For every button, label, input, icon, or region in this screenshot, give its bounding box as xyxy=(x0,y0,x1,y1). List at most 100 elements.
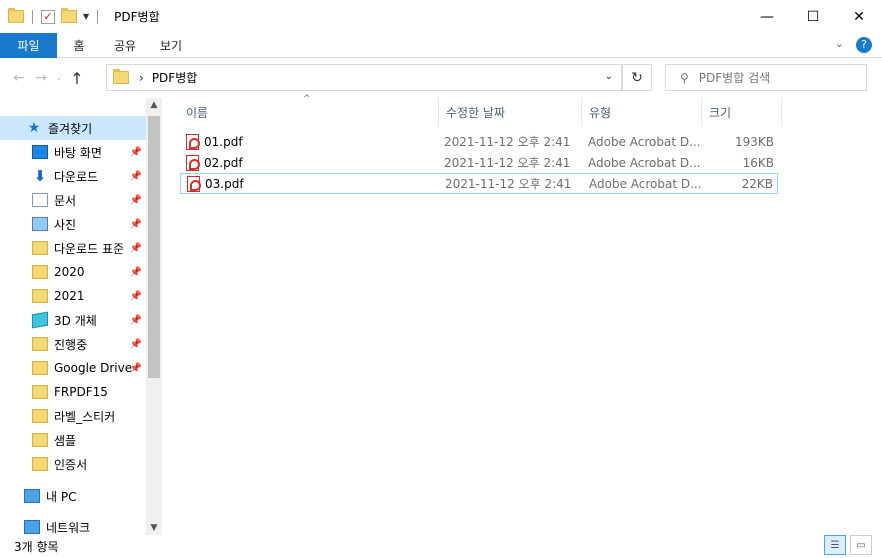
scroll-up-arrow-icon[interactable]: ▲ xyxy=(146,100,162,110)
file-type: Adobe Acrobat D... xyxy=(589,176,702,191)
forward-arrow-icon[interactable]: → xyxy=(30,70,52,86)
file-size: 22KB xyxy=(741,176,773,191)
sidebar-item-frpdf15[interactable]: FRPDF15 xyxy=(0,380,146,404)
address-history-chevron-icon[interactable]: ⌄ xyxy=(605,71,613,82)
column-header-size[interactable]: 크기 xyxy=(701,98,781,126)
divider xyxy=(97,9,99,24)
column-header-name[interactable]: 이름 xyxy=(178,98,438,126)
item-count: 3개 항목 xyxy=(14,540,59,554)
sidebar-item-downloads[interactable]: ⬇ 다운로드 📌 xyxy=(0,164,146,188)
close-button[interactable]: ✕ xyxy=(836,0,882,33)
scroll-down-arrow-icon[interactable]: ▼ xyxy=(146,523,162,533)
file-type: Adobe Acrobat D... xyxy=(588,155,701,170)
file-name: 03.pdf xyxy=(205,176,244,191)
sidebar-item-certificate[interactable]: 인증서 xyxy=(0,452,146,476)
file-name: 02.pdf xyxy=(204,155,243,170)
sidebar-item-label: 인증서 xyxy=(54,457,88,472)
breadcrumb-current[interactable]: PDF병합 xyxy=(152,69,197,86)
quick-access-toolbar: ✓ ▼ xyxy=(0,0,106,33)
details-view-button[interactable]: ☰ xyxy=(824,535,846,555)
pin-icon: 📌 xyxy=(129,218,142,230)
file-date: 2021-11-12 오후 2:41 xyxy=(445,177,572,191)
file-row[interactable]: 03.pdf 2021-11-12 오후 2:41 Adobe Acrobat … xyxy=(180,173,778,194)
sidebar-item-label: 즐겨찾기 xyxy=(48,121,93,136)
sidebar-item-network[interactable]: 네트워크 xyxy=(0,515,146,535)
up-arrow-icon[interactable]: ↑ xyxy=(66,69,88,88)
folder-icon xyxy=(32,409,48,423)
sidebar-item-quick-access[interactable]: ★ 즐겨찾기 xyxy=(0,116,146,140)
customize-toolbar-chevron-icon[interactable]: ▼ xyxy=(83,12,89,21)
tab-file[interactable]: 파일 xyxy=(0,32,57,58)
folder-icon xyxy=(32,337,48,351)
file-date: 2021-11-12 오후 2:41 xyxy=(444,156,571,170)
sidebar-item-3d-objects[interactable]: 3D 개체 📌 xyxy=(0,308,146,332)
network-icon xyxy=(24,520,40,534)
folder-icon xyxy=(32,289,48,303)
properties-icon[interactable]: ✓ xyxy=(41,9,55,24)
search-input[interactable] xyxy=(698,70,859,85)
sidebar-item-label: 네트워크 xyxy=(46,520,91,535)
sidebar-item-desktop[interactable]: 바탕 화면 📌 xyxy=(0,140,146,164)
sidebar-scrollbar[interactable]: ▲ ▼ xyxy=(146,98,162,535)
pdf-file-icon xyxy=(186,133,200,150)
tab-share[interactable]: 공유 xyxy=(109,37,141,54)
sidebar-item-label: 다운로드 표준 xyxy=(54,241,125,256)
tab-home[interactable]: 홈 xyxy=(63,37,95,54)
sidebar-item-label: FRPDF15 xyxy=(54,385,108,399)
sidebar-item-label: 사진 xyxy=(54,217,77,232)
pin-icon: 📌 xyxy=(129,338,142,350)
file-size: 193KB xyxy=(734,134,774,149)
3d-objects-icon xyxy=(32,311,48,329)
file-row[interactable]: 02.pdf 2021-11-12 오후 2:41 Adobe Acrobat … xyxy=(180,152,778,173)
sidebar-item-label-sticker[interactable]: 라벨_스티커 xyxy=(0,404,146,428)
new-folder-icon[interactable] xyxy=(61,8,77,23)
sidebar-item-label: 진행중 xyxy=(54,337,88,352)
sidebar-item-pictures[interactable]: 사진 📌 xyxy=(0,212,146,236)
sidebar-item-documents[interactable]: 문서 📌 xyxy=(0,188,146,212)
sidebar-item-download-standard[interactable]: 다운로드 표준 📌 xyxy=(0,236,146,260)
star-icon: ★ xyxy=(27,120,41,136)
column-header-type[interactable]: 유형 xyxy=(581,98,701,126)
navigation-pane: ★ 즐겨찾기 바탕 화면 📌 ⬇ 다운로드 📌 문서 📌 사진 📌 다운로드 표… xyxy=(0,98,162,535)
sidebar-item-this-pc[interactable]: 내 PC xyxy=(0,484,146,508)
address-row: ← → ⌄ ↑ › PDF병합 ⌄ ↻ ⚲ xyxy=(0,58,882,98)
sidebar-item-label: 3D 개체 xyxy=(54,313,97,328)
sidebar-item-2020[interactable]: 2020 📌 xyxy=(0,260,146,284)
picture-icon xyxy=(32,217,48,231)
column-header-date[interactable]: 수정한 날짜 xyxy=(438,98,581,126)
large-icons-view-button[interactable]: ▭ xyxy=(850,535,872,555)
refresh-icon: ↻ xyxy=(631,69,643,86)
breadcrumb-chevron-icon[interactable]: › xyxy=(139,71,144,85)
file-size: 16KB xyxy=(742,155,774,170)
sidebar-item-in-progress[interactable]: 진행중 📌 xyxy=(0,332,146,356)
minimize-button[interactable]: — xyxy=(744,0,790,33)
sidebar-item-sample[interactable]: 샘플 xyxy=(0,428,146,452)
help-icon[interactable]: ? xyxy=(856,37,872,53)
sidebar-item-2021[interactable]: 2021 📌 xyxy=(0,284,146,308)
sidebar-item-label: 샘플 xyxy=(54,433,77,448)
column-divider[interactable] xyxy=(781,98,782,126)
download-icon: ⬇ xyxy=(33,167,47,185)
scrollbar-thumb[interactable] xyxy=(148,116,160,378)
back-arrow-icon[interactable]: ← xyxy=(8,70,30,86)
refresh-button[interactable]: ↻ xyxy=(622,64,652,91)
pdf-file-icon xyxy=(187,175,201,192)
tab-view[interactable]: 보기 xyxy=(155,37,187,54)
maximize-button[interactable]: ☐ xyxy=(790,0,836,33)
file-date: 2021-11-12 오후 2:41 xyxy=(444,135,571,149)
file-row[interactable]: 01.pdf 2021-11-12 오후 2:41 Adobe Acrobat … xyxy=(180,131,778,152)
address-bar[interactable]: › PDF병합 ⌄ xyxy=(106,64,622,91)
sidebar-item-label: 문서 xyxy=(54,193,77,208)
search-box[interactable]: ⚲ xyxy=(665,64,867,91)
sidebar-item-label: 바탕 화면 xyxy=(54,145,102,160)
sidebar-item-google-drive[interactable]: Google Drive 📌 xyxy=(0,356,146,380)
pdf-file-icon xyxy=(186,154,200,171)
sidebar-item-label: 라벨_스티커 xyxy=(54,409,116,424)
recent-locations-chevron-icon[interactable]: ⌄ xyxy=(52,73,66,83)
pin-icon: 📌 xyxy=(129,362,142,374)
sidebar-item-label: 다운로드 xyxy=(54,169,99,184)
expand-ribbon-chevron-icon[interactable]: ⌄ xyxy=(835,37,844,53)
divider xyxy=(32,9,33,24)
sidebar-item-label: 2021 xyxy=(54,289,85,303)
document-icon xyxy=(32,193,48,207)
